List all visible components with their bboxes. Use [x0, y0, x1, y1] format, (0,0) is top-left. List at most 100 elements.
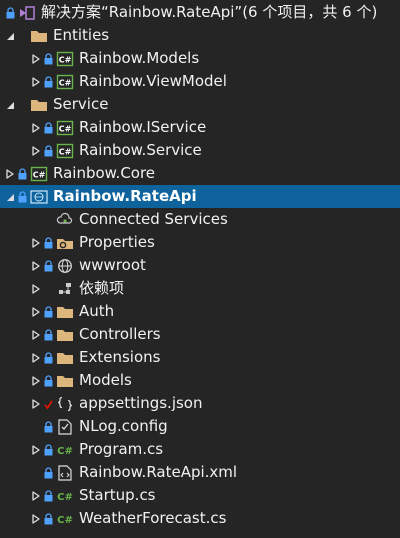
- tree-item-properties[interactable]: Properties: [0, 231, 400, 254]
- tree-item-label: Service: [53, 95, 109, 113]
- collapse-arrow-icon[interactable]: [4, 99, 16, 111]
- tree-item-folder-entities[interactable]: Entities: [0, 24, 400, 47]
- expand-arrow-icon[interactable]: [30, 513, 42, 525]
- tree-item-folder-controllers[interactable]: Controllers: [0, 323, 400, 346]
- csharp-project-icon: C#: [30, 166, 48, 182]
- svg-text:C#: C#: [57, 492, 73, 503]
- tree-item-appsettings-json[interactable]: appsettings.json: [0, 392, 400, 415]
- connected-services-icon: [56, 212, 74, 228]
- tree-item-label: 解决方案“Rainbow.RateApi”(6 个项目，共 6 个): [41, 3, 378, 21]
- lock-icon: [44, 512, 53, 525]
- expand-arrow-icon[interactable]: [30, 490, 42, 502]
- tree-item-project-rainbow-iservice[interactable]: C# Rainbow.IService: [0, 116, 400, 139]
- tree-item-project-rainbow-service[interactable]: C# Rainbow.Service: [0, 139, 400, 162]
- tree-item-dependencies[interactable]: 依赖项: [0, 277, 400, 300]
- tree-item-project-rainbow-rateapi[interactable]: Rainbow.RateApi: [0, 185, 400, 208]
- tree-item-project-rainbow-core[interactable]: C# Rainbow.Core: [0, 162, 400, 185]
- lock-icon: [44, 121, 53, 134]
- folder-icon: [56, 304, 74, 320]
- csharp-project-icon: C#: [56, 74, 74, 90]
- tree-item-label: WeatherForecast.cs: [79, 509, 227, 527]
- lock-icon: [44, 259, 53, 272]
- csharp-project-icon: C#: [56, 120, 74, 136]
- expand-arrow-icon[interactable]: [30, 306, 42, 318]
- properties-icon: [56, 235, 74, 251]
- tree-item-folder-auth[interactable]: Auth: [0, 300, 400, 323]
- tree-item-label: Rainbow.Core: [53, 164, 156, 182]
- expand-arrow-icon[interactable]: [30, 237, 42, 249]
- lock-icon: [44, 305, 53, 318]
- expand-arrow-icon[interactable]: [30, 122, 42, 134]
- folder-icon: [30, 97, 48, 113]
- tree-item-program-cs[interactable]: C# Program.cs: [0, 438, 400, 461]
- tree-item-label: Controllers: [79, 325, 161, 343]
- svg-text:C#: C#: [59, 55, 72, 64]
- csharp-project-icon: C#: [56, 143, 74, 159]
- svg-text:C#: C#: [57, 515, 73, 526]
- tree-item-nlog-config[interactable]: NLog.config: [0, 415, 400, 438]
- expand-arrow-icon[interactable]: [4, 168, 16, 180]
- expand-arrow-icon[interactable]: [30, 283, 42, 295]
- tree-item-label: wwwroot: [79, 256, 146, 274]
- collapse-arrow-icon[interactable]: [4, 191, 16, 203]
- expand-arrow-icon[interactable]: [30, 375, 42, 387]
- tree-item-label: Startup.cs: [79, 486, 156, 504]
- tree-item-label: NLog.config: [79, 417, 168, 435]
- tree-item-label: Connected Services: [79, 210, 228, 228]
- svg-text:C#: C#: [33, 170, 46, 179]
- lock-icon: [44, 236, 53, 249]
- dependencies-icon: [56, 281, 74, 297]
- tree-item-startup-cs[interactable]: C# Startup.cs: [0, 484, 400, 507]
- solution-explorer-tree: 解决方案“Rainbow.RateApi”(6 个项目，共 6 个) Entiti…: [0, 0, 400, 538]
- tree-item-solution-root[interactable]: 解决方案“Rainbow.RateApi”(6 个项目，共 6 个): [0, 1, 400, 24]
- lock-icon: [18, 190, 27, 203]
- collapse-arrow-icon[interactable]: [4, 30, 16, 42]
- solution-icon: [18, 5, 36, 21]
- tree-item-folder-models[interactable]: Models: [0, 369, 400, 392]
- csharp-file-icon: C#: [56, 511, 74, 527]
- tree-item-label: Extensions: [79, 348, 161, 366]
- tree-item-label: Rainbow.Service: [79, 141, 202, 159]
- tree-item-project-rainbow-viewmodel[interactable]: C# Rainbow.ViewModel: [0, 70, 400, 93]
- tree-item-label: Entities: [53, 26, 110, 44]
- folder-icon: [56, 350, 74, 366]
- tree-item-label: 依赖项: [79, 279, 125, 297]
- svg-text:C#: C#: [59, 147, 72, 156]
- tree-item-weatherforecast-cs[interactable]: C# WeatherForecast.cs: [0, 507, 400, 530]
- expand-arrow-icon[interactable]: [30, 260, 42, 272]
- svg-text:C#: C#: [59, 124, 72, 133]
- no-arrow-spacer: [30, 421, 42, 433]
- tree-item-connected-services[interactable]: Connected Services: [0, 208, 400, 231]
- expand-arrow-icon[interactable]: [30, 444, 42, 456]
- tree-item-wwwroot[interactable]: wwwroot: [0, 254, 400, 277]
- csharp-file-icon: C#: [56, 488, 74, 504]
- expand-arrow-icon[interactable]: [30, 76, 42, 88]
- tree-item-rainbow-rateapi-xml[interactable]: Rainbow.RateApi.xml: [0, 461, 400, 484]
- expand-arrow-icon[interactable]: [30, 145, 42, 157]
- json-file-icon: [56, 396, 74, 412]
- csharp-file-icon: C#: [56, 442, 74, 458]
- config-file-icon: [56, 418, 74, 435]
- svg-text:C#: C#: [59, 78, 72, 87]
- tree-item-project-rainbow-models[interactable]: C# Rainbow.Models: [0, 47, 400, 70]
- expand-arrow-icon[interactable]: [30, 398, 42, 410]
- expand-arrow-icon[interactable]: [30, 53, 42, 65]
- svg-text:C#: C#: [57, 446, 73, 457]
- expand-arrow-icon[interactable]: [30, 352, 42, 364]
- lock-icon: [6, 6, 15, 19]
- lock-icon: [44, 328, 53, 341]
- lock-icon: [44, 75, 53, 88]
- no-arrow-spacer: [30, 467, 42, 479]
- csharp-project-icon: C#: [56, 51, 74, 67]
- folder-icon: [56, 373, 74, 389]
- expand-arrow-icon[interactable]: [30, 329, 42, 341]
- folder-icon: [30, 28, 48, 44]
- tree-item-folder-extensions[interactable]: Extensions: [0, 346, 400, 369]
- tree-item-label: Rainbow.IService: [79, 118, 207, 136]
- lock-icon: [44, 351, 53, 364]
- lock-icon: [44, 466, 53, 479]
- tree-item-label: Rainbow.Models: [79, 49, 200, 67]
- pending-edit-check-icon: [44, 398, 53, 410]
- lock-icon: [44, 420, 53, 433]
- tree-item-folder-service[interactable]: Service: [0, 93, 400, 116]
